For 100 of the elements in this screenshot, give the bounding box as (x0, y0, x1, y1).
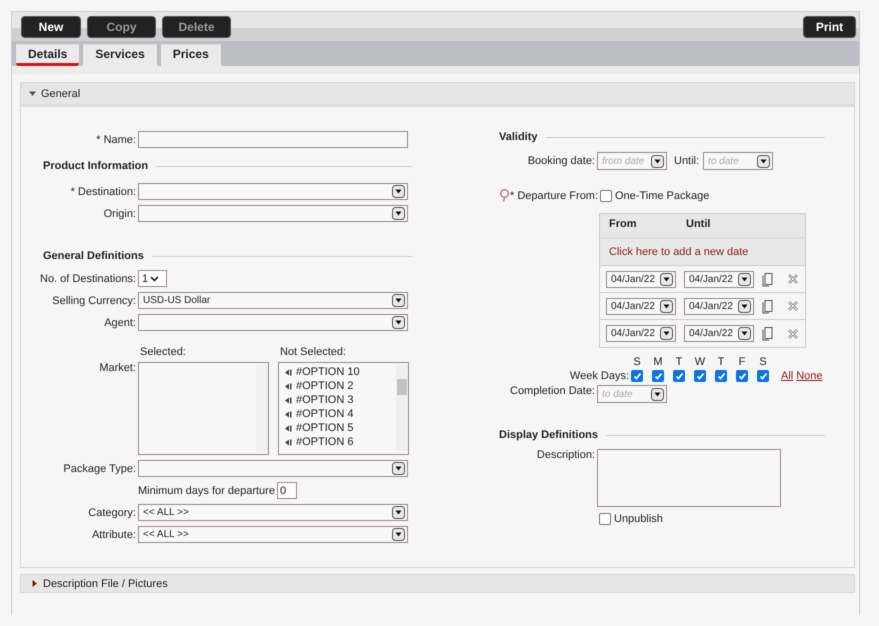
field-label: Selling Currency: (51, 294, 137, 306)
field-label: No. of Destinations: (39, 272, 137, 284)
list-caption: Selected: (140, 346, 187, 358)
arrow-left-icon (285, 382, 292, 390)
group-heading: General Definitions (43, 250, 144, 262)
list-option[interactable]: #OPTION 4 (285, 407, 360, 421)
arrow-left-icon (285, 368, 292, 376)
field-label: Category: (87, 506, 137, 518)
field-label: Completion Date: (509, 385, 596, 397)
day-checkbox[interactable] (757, 370, 769, 382)
date-field[interactable]: 04/Jan/22 (606, 270, 676, 288)
dropdown-icon (392, 294, 405, 307)
arrow-left-icon (285, 410, 292, 418)
copy-icon[interactable] (762, 298, 773, 314)
day-checkbox[interactable] (715, 370, 727, 382)
arrow-left-icon (285, 438, 292, 446)
column-header: From (609, 218, 638, 230)
day-checkbox[interactable] (652, 370, 664, 382)
select-field[interactable] (138, 183, 408, 200)
dropdown-icon (392, 316, 405, 329)
section-header[interactable]: General (21, 83, 854, 107)
column-header: Until (686, 218, 710, 230)
list-caption: Not Selected: (280, 346, 346, 358)
select-field[interactable]: << ALL >> (138, 526, 408, 543)
arrow-left-icon (285, 396, 292, 404)
select-field[interactable] (138, 460, 408, 477)
field-label: * Departure From: (510, 190, 597, 202)
field-label: * Destination: (70, 186, 137, 198)
arrow-left-icon (285, 424, 292, 432)
dropdown-icon (660, 327, 673, 340)
dropdown-icon (660, 272, 673, 286)
copy-icon[interactable] (762, 272, 773, 286)
chevron-down-icon (150, 276, 160, 282)
day-letter: M (653, 356, 663, 368)
day-letter: S (633, 356, 641, 368)
none-link[interactable]: None (796, 370, 823, 382)
selected-list[interactable] (138, 362, 269, 455)
dropdown-icon (392, 185, 405, 198)
field-label: Origin: (102, 208, 137, 220)
number-select[interactable]: 1 (138, 270, 167, 287)
list-option[interactable]: #OPTION 2 (285, 379, 360, 393)
dropdown-icon (738, 300, 751, 312)
field-label: Week Days: (568, 370, 630, 382)
group-heading: Display Definitions (499, 429, 598, 441)
select-field[interactable] (138, 314, 408, 331)
field-label: Until: (673, 155, 700, 167)
all-link[interactable]: All (781, 370, 794, 382)
list-option[interactable]: #OPTION 3 (285, 393, 360, 407)
description-field[interactable] (597, 449, 781, 507)
date-field[interactable]: 04/Jan/22 (606, 325, 676, 342)
checkbox[interactable] (600, 190, 612, 202)
select-field[interactable]: << ALL >> (138, 504, 408, 521)
name-field[interactable] (138, 131, 408, 148)
list-option[interactable]: #OPTION 10 (285, 365, 360, 379)
dropdown-icon (392, 462, 405, 475)
dropdown-icon (392, 528, 405, 541)
date-field[interactable]: 04/Jan/22 (684, 270, 754, 288)
section-header[interactable]: Description File / Pictures (21, 575, 854, 592)
tab[interactable]: Services (83, 44, 157, 66)
tab[interactable]: Details (16, 44, 80, 66)
balloon-icon (499, 189, 510, 202)
day-letter: T (676, 356, 682, 368)
not-selected-list[interactable]: #OPTION 10 #OPTION 2 #OPTION 3 #OPTION 4 #OPTION 5 #OPTION 6 (278, 362, 409, 455)
print-button[interactable]: Print (803, 16, 856, 38)
date-field[interactable]: 04/Jan/22 (606, 298, 676, 314)
day-letter: F (738, 356, 746, 368)
list-option[interactable]: #OPTION 6 (285, 435, 360, 449)
dropdown-icon (738, 327, 751, 340)
day-letter: S (759, 356, 767, 368)
dropdown-icon (660, 300, 673, 312)
date-field[interactable]: 04/Jan/22 (684, 298, 754, 314)
tab[interactable]: Prices (160, 44, 221, 66)
field-label: Booking date: (526, 155, 596, 167)
day-letter: T (718, 356, 724, 368)
date-field[interactable]: 04/Jan/22 (684, 325, 754, 342)
number-field[interactable]: 0 (276, 482, 297, 499)
dropdown-icon (651, 154, 664, 168)
select-field[interactable]: USD-US Dollar (138, 292, 408, 309)
dropdown-icon (738, 272, 751, 286)
select-field[interactable] (138, 205, 408, 222)
day-checkbox[interactable] (694, 370, 706, 382)
scrollbar[interactable] (396, 365, 408, 452)
delete-icon[interactable] (787, 328, 799, 340)
delete-icon[interactable] (787, 300, 799, 312)
checkbox-label: Unpublish (614, 512, 663, 524)
list-option[interactable]: #OPTION 5 (285, 421, 360, 435)
field-label: Agent: (103, 316, 137, 328)
toolbar-button[interactable]: New (21, 16, 81, 38)
caret-right-icon (31, 580, 38, 587)
day-checkbox[interactable] (631, 370, 643, 382)
day-checkbox[interactable] (673, 370, 685, 382)
copy-icon[interactable] (762, 326, 773, 341)
dropdown-icon (651, 388, 664, 400)
group-heading: Validity (499, 131, 538, 143)
delete-icon[interactable] (787, 273, 799, 285)
dropdown-icon (757, 154, 770, 168)
checkbox[interactable] (599, 512, 611, 524)
checkbox-label: One-Time Package (615, 190, 710, 202)
scrollbar[interactable] (256, 365, 268, 452)
day-checkbox[interactable] (736, 370, 748, 382)
